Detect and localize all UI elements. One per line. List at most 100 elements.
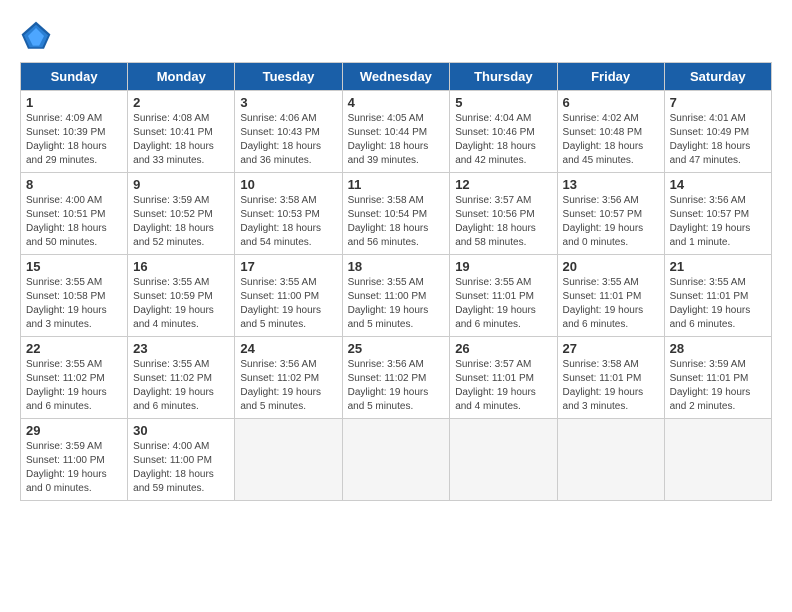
day-info: Sunrise: 4:06 AM Sunset: 10:43 PM Daylig…	[240, 112, 336, 168]
day-cell: 14 Sunrise: 3:56 AM Sunset: 10:57 PM Day…	[664, 173, 771, 255]
week-row-5: 29 Sunrise: 3:59 AM Sunset: 11:00 PM Day…	[21, 419, 772, 501]
day-number: 11	[348, 177, 445, 192]
header-friday: Friday	[557, 63, 664, 91]
day-info: Sunrise: 3:58 AM Sunset: 10:54 PM Daylig…	[348, 194, 445, 250]
day-number: 27	[563, 341, 659, 356]
week-row-2: 8 Sunrise: 4:00 AM Sunset: 10:51 PM Dayl…	[21, 173, 772, 255]
day-number: 25	[348, 341, 445, 356]
day-cell	[557, 419, 664, 501]
day-number: 18	[348, 259, 445, 274]
header-monday: Monday	[128, 63, 235, 91]
day-number: 15	[26, 259, 122, 274]
day-info: Sunrise: 3:59 AM Sunset: 10:52 PM Daylig…	[133, 194, 229, 250]
logo	[20, 20, 56, 52]
day-number: 23	[133, 341, 229, 356]
day-info: Sunrise: 3:58 AM Sunset: 10:53 PM Daylig…	[240, 194, 336, 250]
day-cell: 21 Sunrise: 3:55 AM Sunset: 11:01 PM Day…	[664, 255, 771, 337]
day-number: 24	[240, 341, 336, 356]
day-info: Sunrise: 4:00 AM Sunset: 10:51 PM Daylig…	[26, 194, 122, 250]
day-cell: 15 Sunrise: 3:55 AM Sunset: 10:58 PM Day…	[21, 255, 128, 337]
day-info: Sunrise: 3:55 AM Sunset: 11:02 PM Daylig…	[133, 358, 229, 414]
day-number: 20	[563, 259, 659, 274]
day-info: Sunrise: 3:55 AM Sunset: 11:00 PM Daylig…	[240, 276, 336, 332]
day-cell: 1 Sunrise: 4:09 AM Sunset: 10:39 PM Dayl…	[21, 91, 128, 173]
day-info: Sunrise: 3:55 AM Sunset: 11:01 PM Daylig…	[563, 276, 659, 332]
day-cell	[664, 419, 771, 501]
day-info: Sunrise: 3:55 AM Sunset: 11:00 PM Daylig…	[348, 276, 445, 332]
day-number: 2	[133, 95, 229, 110]
day-number: 29	[26, 423, 122, 438]
day-cell: 7 Sunrise: 4:01 AM Sunset: 10:49 PM Dayl…	[664, 91, 771, 173]
day-number: 30	[133, 423, 229, 438]
day-number: 8	[26, 177, 122, 192]
week-row-4: 22 Sunrise: 3:55 AM Sunset: 11:02 PM Day…	[21, 337, 772, 419]
day-cell: 28 Sunrise: 3:59 AM Sunset: 11:01 PM Day…	[664, 337, 771, 419]
day-cell: 6 Sunrise: 4:02 AM Sunset: 10:48 PM Dayl…	[557, 91, 664, 173]
day-cell: 9 Sunrise: 3:59 AM Sunset: 10:52 PM Dayl…	[128, 173, 235, 255]
day-cell: 17 Sunrise: 3:55 AM Sunset: 11:00 PM Day…	[235, 255, 342, 337]
day-number: 3	[240, 95, 336, 110]
day-cell: 8 Sunrise: 4:00 AM Sunset: 10:51 PM Dayl…	[21, 173, 128, 255]
day-cell: 4 Sunrise: 4:05 AM Sunset: 10:44 PM Dayl…	[342, 91, 450, 173]
day-info: Sunrise: 3:55 AM Sunset: 11:01 PM Daylig…	[455, 276, 551, 332]
day-number: 14	[670, 177, 766, 192]
day-cell: 24 Sunrise: 3:56 AM Sunset: 11:02 PM Day…	[235, 337, 342, 419]
header-thursday: Thursday	[450, 63, 557, 91]
day-cell: 3 Sunrise: 4:06 AM Sunset: 10:43 PM Dayl…	[235, 91, 342, 173]
day-number: 5	[455, 95, 551, 110]
day-number: 21	[670, 259, 766, 274]
day-number: 13	[563, 177, 659, 192]
day-number: 6	[563, 95, 659, 110]
day-info: Sunrise: 3:55 AM Sunset: 10:58 PM Daylig…	[26, 276, 122, 332]
day-info: Sunrise: 3:56 AM Sunset: 11:02 PM Daylig…	[348, 358, 445, 414]
day-number: 26	[455, 341, 551, 356]
day-info: Sunrise: 3:59 AM Sunset: 11:00 PM Daylig…	[26, 440, 122, 496]
day-number: 17	[240, 259, 336, 274]
day-cell: 19 Sunrise: 3:55 AM Sunset: 11:01 PM Day…	[450, 255, 557, 337]
day-info: Sunrise: 3:56 AM Sunset: 11:02 PM Daylig…	[240, 358, 336, 414]
day-info: Sunrise: 3:55 AM Sunset: 10:59 PM Daylig…	[133, 276, 229, 332]
calendar-table: SundayMondayTuesdayWednesdayThursdayFrid…	[20, 62, 772, 501]
day-number: 9	[133, 177, 229, 192]
day-cell: 2 Sunrise: 4:08 AM Sunset: 10:41 PM Dayl…	[128, 91, 235, 173]
day-info: Sunrise: 3:59 AM Sunset: 11:01 PM Daylig…	[670, 358, 766, 414]
week-row-3: 15 Sunrise: 3:55 AM Sunset: 10:58 PM Day…	[21, 255, 772, 337]
day-cell: 5 Sunrise: 4:04 AM Sunset: 10:46 PM Dayl…	[450, 91, 557, 173]
header-wednesday: Wednesday	[342, 63, 450, 91]
day-number: 1	[26, 95, 122, 110]
day-cell: 18 Sunrise: 3:55 AM Sunset: 11:00 PM Day…	[342, 255, 450, 337]
day-cell: 10 Sunrise: 3:58 AM Sunset: 10:53 PM Day…	[235, 173, 342, 255]
day-cell: 30 Sunrise: 4:00 AM Sunset: 11:00 PM Day…	[128, 419, 235, 501]
header-tuesday: Tuesday	[235, 63, 342, 91]
day-number: 10	[240, 177, 336, 192]
day-cell: 12 Sunrise: 3:57 AM Sunset: 10:56 PM Day…	[450, 173, 557, 255]
day-info: Sunrise: 4:02 AM Sunset: 10:48 PM Daylig…	[563, 112, 659, 168]
day-cell	[450, 419, 557, 501]
day-number: 4	[348, 95, 445, 110]
day-info: Sunrise: 3:57 AM Sunset: 10:56 PM Daylig…	[455, 194, 551, 250]
day-info: Sunrise: 3:55 AM Sunset: 11:01 PM Daylig…	[670, 276, 766, 332]
day-info: Sunrise: 4:01 AM Sunset: 10:49 PM Daylig…	[670, 112, 766, 168]
day-info: Sunrise: 4:09 AM Sunset: 10:39 PM Daylig…	[26, 112, 122, 168]
day-info: Sunrise: 3:56 AM Sunset: 10:57 PM Daylig…	[670, 194, 766, 250]
day-cell: 25 Sunrise: 3:56 AM Sunset: 11:02 PM Day…	[342, 337, 450, 419]
logo-icon	[20, 20, 52, 52]
day-cell: 26 Sunrise: 3:57 AM Sunset: 11:01 PM Day…	[450, 337, 557, 419]
day-cell: 29 Sunrise: 3:59 AM Sunset: 11:00 PM Day…	[21, 419, 128, 501]
day-info: Sunrise: 4:00 AM Sunset: 11:00 PM Daylig…	[133, 440, 229, 496]
day-info: Sunrise: 3:56 AM Sunset: 10:57 PM Daylig…	[563, 194, 659, 250]
day-cell: 13 Sunrise: 3:56 AM Sunset: 10:57 PM Day…	[557, 173, 664, 255]
day-number: 7	[670, 95, 766, 110]
day-info: Sunrise: 3:57 AM Sunset: 11:01 PM Daylig…	[455, 358, 551, 414]
day-info: Sunrise: 3:58 AM Sunset: 11:01 PM Daylig…	[563, 358, 659, 414]
page-header	[20, 20, 772, 52]
header-sunday: Sunday	[21, 63, 128, 91]
day-cell: 27 Sunrise: 3:58 AM Sunset: 11:01 PM Day…	[557, 337, 664, 419]
day-cell: 20 Sunrise: 3:55 AM Sunset: 11:01 PM Day…	[557, 255, 664, 337]
week-row-1: 1 Sunrise: 4:09 AM Sunset: 10:39 PM Dayl…	[21, 91, 772, 173]
day-cell: 16 Sunrise: 3:55 AM Sunset: 10:59 PM Day…	[128, 255, 235, 337]
header-saturday: Saturday	[664, 63, 771, 91]
day-number: 12	[455, 177, 551, 192]
calendar-body: 1 Sunrise: 4:09 AM Sunset: 10:39 PM Dayl…	[21, 91, 772, 501]
calendar-header: SundayMondayTuesdayWednesdayThursdayFrid…	[21, 63, 772, 91]
